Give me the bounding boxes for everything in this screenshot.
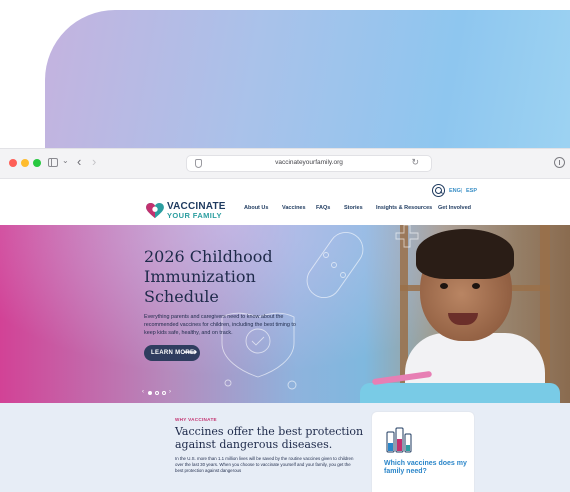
close-window-button[interactable] [9,159,17,167]
website-viewport: VACCINATE YOUR FAMILY About Us Vaccines … [0,179,570,492]
nav-faqs[interactable]: FAQs [316,205,330,211]
hero-description: Everything parents and caregivers need t… [144,314,296,336]
child-hair [416,229,514,279]
section-body: In the U.S. more than 1.1 million lives … [175,456,354,473]
language-spanish[interactable]: ESP [466,188,477,194]
address-bar[interactable]: vaccinateyourfamily.org ↻ [186,155,432,172]
why-vaccinate-section: WHY VACCINATE Vaccines offer the best pr… [0,403,570,492]
learn-more-button[interactable]: LEARN MORE ⟶ [144,345,200,361]
hero-title-line: Schedule [144,287,219,306]
vaccine-finder-title: Which vaccines does my family need? [384,460,467,475]
search-icon[interactable] [432,184,445,197]
carousel-next-button[interactable]: › [169,389,171,395]
reload-icon[interactable]: ↻ [411,157,419,168]
minimize-window-button[interactable] [21,159,29,167]
nav-about-us[interactable]: About Us [244,205,268,211]
hero-banner: 2026 Childhood Immunization Schedule Eve… [0,225,570,403]
download-icon[interactable] [554,157,565,168]
carousel-prev-button[interactable]: ‹ [142,389,144,395]
logo-text-secondary: YOUR FAMILY [167,211,222,220]
section-eyebrow: WHY VACCINATE [175,417,217,422]
hero-title-line: Immunization [144,267,256,286]
zoom-window-button[interactable] [33,159,41,167]
nav-vaccines[interactable]: Vaccines [282,205,306,211]
forward-button[interactable]: › [92,154,96,169]
vaccine-finder-card[interactable]: Which vaccines does my family need? [371,411,475,492]
site-logo[interactable]: VACCINATE YOUR FAMILY [146,200,246,222]
site-header: VACCINATE YOUR FAMILY About Us Vaccines … [0,179,570,225]
carousel-dot[interactable] [155,391,159,395]
child-eye [440,283,448,289]
browser-toolbar: ⌄ ‹ › vaccinateyourfamily.org ↻ [0,149,570,179]
carousel-dot[interactable] [162,391,166,395]
heart-logo-icon [146,203,164,219]
nav-get-involved[interactable]: Get Involved [438,205,471,211]
hero-title: 2026 Childhood Immunization Schedule [144,247,344,307]
nav-stories[interactable]: Stories [344,205,363,211]
address-url: vaccinateyourfamily.org [275,159,343,166]
vaccine-vials-icon [386,427,412,453]
browser-window: ⌄ ‹ › vaccinateyourfamily.org ↻ VACCINAT… [0,148,570,492]
chevron-down-icon[interactable]: ⌄ [62,156,69,165]
language-separator: | [461,188,463,194]
child-eye [472,283,480,289]
arrow-right-icon: ⟶ [184,347,198,357]
back-button[interactable]: ‹ [77,154,81,169]
language-english[interactable]: ENG [449,188,461,194]
nav-insights-resources[interactable]: Insights & Resources [376,205,432,211]
sidebar-toggle-icon[interactable] [48,158,58,167]
highchair-tray [360,383,560,403]
hero-title-line: 2026 Childhood [144,247,273,266]
carousel-dot[interactable] [148,391,152,395]
section-title: Vaccines offer the best protection again… [175,425,364,451]
